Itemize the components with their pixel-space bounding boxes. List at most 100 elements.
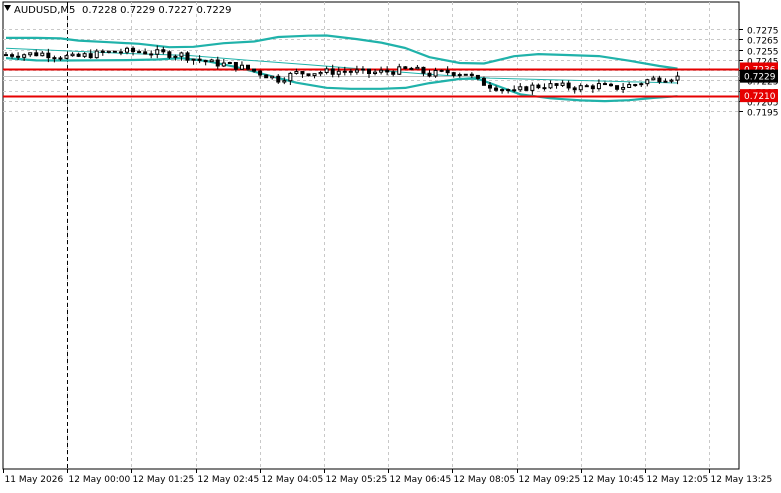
x-tick-label: 12 May 05:25 — [326, 475, 388, 485]
x-tick-label: 12 May 09:25 — [519, 475, 581, 485]
candle-body-bear — [131, 47, 136, 53]
candlestick — [185, 51, 190, 63]
candlestick — [602, 81, 607, 86]
candle-body-bull — [221, 62, 226, 67]
candlestick — [264, 74, 269, 79]
candle-body-bull — [40, 52, 45, 57]
candlestick — [167, 50, 172, 60]
candle-body-bull — [578, 85, 583, 91]
candlestick — [209, 58, 214, 63]
candlestick — [403, 66, 408, 70]
x-tick-label: 12 May 13:25 — [711, 475, 773, 485]
candlestick — [239, 61, 244, 70]
candlestick — [270, 75, 275, 80]
candle-body-bear — [524, 86, 529, 91]
candle-body-bear — [330, 68, 335, 75]
candle-body-bear — [342, 70, 347, 73]
x-tick-label: 11 May 2026 — [5, 475, 64, 485]
candle-body-bear — [475, 74, 480, 79]
candle-body-bull — [125, 47, 129, 53]
candle-body-bull — [548, 83, 553, 89]
candlestick — [463, 73, 468, 76]
candlestick — [639, 82, 644, 88]
candle-body-bull — [627, 84, 632, 88]
candle-body-bear — [633, 84, 638, 87]
candle-body-bear — [300, 71, 305, 75]
candle-body-bull — [179, 52, 184, 57]
candlestick — [560, 80, 565, 87]
lower-band-line — [5, 56, 678, 103]
candle-body-bear — [488, 84, 492, 89]
y-tick-label: 0.7275 — [747, 27, 779, 37]
candle-body-bear — [149, 53, 154, 56]
candle-body-bear — [4, 54, 8, 57]
candle-body-bull — [360, 68, 365, 71]
candle-body-bear — [264, 74, 269, 79]
candlestick — [215, 56, 220, 70]
candle-body-bear — [215, 59, 220, 67]
candlestick — [415, 65, 420, 70]
candle-body-bear — [52, 57, 57, 60]
candle-body-bear — [258, 70, 263, 76]
candlestick — [536, 83, 541, 90]
candle-body-bear — [590, 85, 595, 90]
candle-body-bear — [427, 72, 432, 77]
candle-body-bear — [118, 51, 123, 54]
candlestick — [28, 52, 33, 58]
candlestick — [318, 70, 323, 77]
candle-body-bull — [379, 69, 384, 73]
candlestick — [397, 63, 402, 75]
candlestick — [354, 65, 359, 75]
candlestick — [276, 74, 281, 84]
candle-body-bull — [336, 70, 341, 75]
chart-window: 0.72750.72650.72550.72450.72350.72250.72… — [0, 0, 781, 489]
candle-body-bear — [167, 51, 172, 58]
collapse-triangle-icon[interactable] — [4, 5, 11, 11]
current-price-tag: 0.7229 — [744, 73, 776, 83]
x-tick-label: 12 May 06:45 — [390, 475, 452, 485]
candle-body-bull — [227, 62, 232, 65]
candle-body-bear — [306, 73, 311, 77]
candle-body-bear — [445, 69, 450, 74]
middle-band-line — [5, 47, 678, 84]
candle-body-bear — [572, 87, 577, 91]
candlestick — [421, 66, 426, 77]
candlestick — [149, 50, 154, 59]
candle-body-bull — [288, 72, 293, 82]
candle-body-bear — [451, 72, 456, 76]
candlestick — [379, 66, 384, 75]
candle-body-bear — [100, 50, 105, 53]
candle-body-bull — [639, 83, 644, 86]
candle-body-bear — [469, 73, 474, 76]
y-tick-label: 0.7265 — [747, 37, 779, 47]
candle-body-bear — [46, 52, 51, 59]
candlestick — [566, 80, 571, 91]
candlestick — [542, 83, 547, 91]
candle-body-bear — [137, 51, 142, 54]
candlestick — [227, 61, 232, 65]
candlestick — [312, 73, 317, 79]
candle-body-bull — [439, 69, 444, 72]
candle-body-bull — [155, 49, 160, 55]
candlestick — [524, 85, 529, 92]
upper-band-line — [6, 34, 678, 70]
candle-body-bear — [88, 53, 93, 59]
y-tick-label: 0.7255 — [747, 48, 779, 58]
candle-body-bull — [518, 86, 523, 91]
candle-body-bear — [542, 87, 547, 90]
candlestick — [615, 85, 620, 91]
candlestick — [548, 80, 553, 90]
price-chart[interactable]: 0.72750.72650.72550.72450.72350.72250.72… — [0, 0, 781, 489]
candle-body-bear — [584, 85, 589, 88]
candlestick — [306, 73, 311, 77]
candle-body-bear — [76, 53, 81, 57]
candlestick — [246, 64, 250, 71]
candle-body-bull — [28, 52, 33, 56]
candlestick — [82, 52, 87, 58]
candle-body-bull — [373, 71, 378, 75]
candle-body-bear — [185, 52, 190, 61]
candlestick — [161, 46, 166, 55]
candle-body-bull — [70, 53, 75, 57]
candle-body-bear — [602, 83, 607, 86]
candlestick — [143, 48, 148, 55]
